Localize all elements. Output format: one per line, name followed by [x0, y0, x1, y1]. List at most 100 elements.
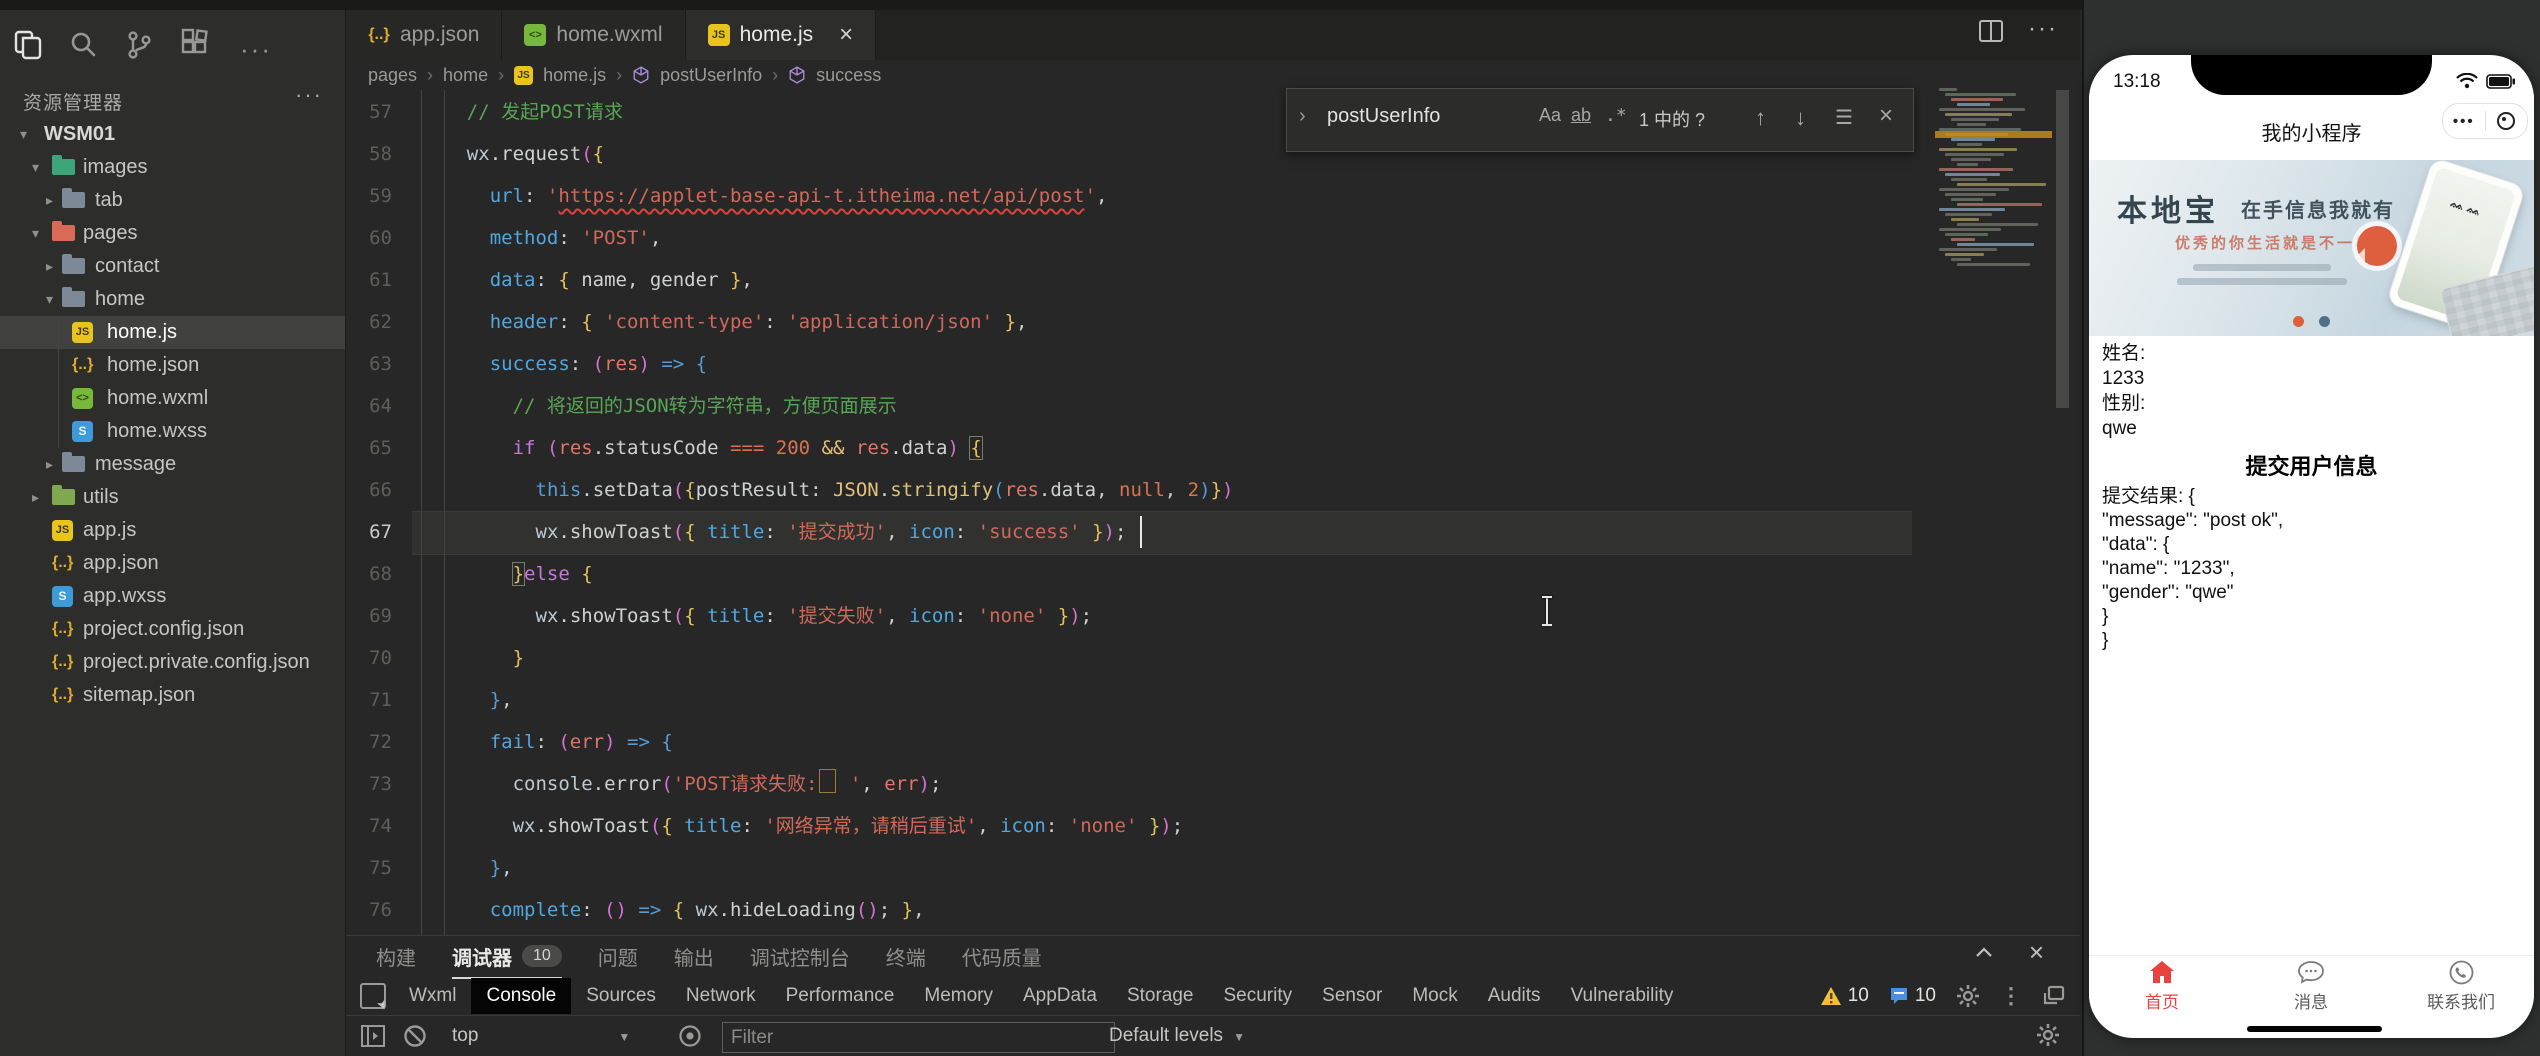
tree-item-images[interactable]: ▾ images	[0, 151, 345, 184]
undock-icon[interactable]	[2042, 984, 2066, 1008]
tree-item-tab[interactable]: ▸ tab	[0, 184, 345, 217]
chevron-down-icon[interactable]: ▾	[46, 283, 53, 316]
carousel-dot[interactable]	[2319, 316, 2330, 327]
devtools-tab-Mock[interactable]: Mock	[1397, 978, 1472, 1014]
panel-tab-构建[interactable]: 构建	[376, 942, 416, 971]
close-capsule-icon[interactable]	[2486, 112, 2528, 130]
breadcrumb-item-pages[interactable]: pages	[368, 65, 417, 86]
search-icon[interactable]	[66, 28, 102, 64]
devtools-tab-Storage[interactable]: Storage	[1112, 978, 1209, 1014]
console-clear-icon[interactable]	[402, 1023, 428, 1049]
devtools-tab-Console[interactable]: Console	[471, 978, 572, 1014]
tree-item-app.wxss[interactable]: Sapp.wxss	[0, 580, 345, 613]
tree-item-message[interactable]: ▸ message	[0, 448, 345, 481]
minimap[interactable]	[1937, 88, 2050, 266]
inspect-element-icon[interactable]	[360, 983, 386, 1009]
breadcrumb-item-home[interactable]: home	[443, 65, 488, 86]
tree-item-home.wxml[interactable]: <> home.wxml	[0, 382, 345, 415]
files-icon[interactable]	[10, 28, 46, 64]
console-levels-select[interactable]: Default levels ▼	[1109, 1025, 1245, 1047]
panel-tab-代码质量[interactable]: 代码质量	[962, 942, 1042, 971]
source-control-icon[interactable]	[122, 28, 158, 64]
tree-item-pages[interactable]: ▾ pages	[0, 217, 345, 250]
close-tab-icon[interactable]: ×	[839, 21, 853, 49]
find-in-selection-icon[interactable]: ☰	[1835, 105, 1853, 130]
find-next-icon[interactable]: ↓	[1795, 105, 1806, 131]
tree-item-app.js[interactable]: JS app.js	[0, 514, 345, 547]
tabbar-home[interactable]: 首页	[2102, 960, 2222, 1013]
tree-item-home[interactable]: ▾ home	[0, 283, 345, 316]
find-close-icon[interactable]: ×	[1879, 102, 1893, 130]
editor-scrollbar[interactable]	[2056, 90, 2069, 408]
console-settings-icon[interactable]	[2036, 1023, 2060, 1047]
tree-item-utils[interactable]: ▸ utils	[0, 481, 345, 514]
more-actions-icon[interactable]: ···	[240, 34, 276, 70]
split-editor-icon[interactable]	[1978, 18, 2004, 44]
chevron-down-icon[interactable]: ▾	[32, 217, 39, 250]
panel-tab-输出[interactable]: 输出	[674, 942, 714, 971]
find-input[interactable]: postUserInfo	[1327, 105, 1440, 128]
devtools-tab-Sensor[interactable]: Sensor	[1307, 978, 1397, 1014]
extensions-icon[interactable]	[178, 28, 214, 64]
banner-carousel[interactable]: 本地宝 在手信息我就有 优秀的你生活就是不一样 ᨐ ᨐ	[2089, 160, 2534, 336]
tree-item-WSM01[interactable]: ▾ WSM01	[0, 118, 345, 151]
editor-tab-home.js[interactable]: JS home.js ×	[685, 10, 877, 60]
editor-more-icon[interactable]: ···	[2028, 17, 2058, 44]
panel-close-icon[interactable]: ×	[2029, 939, 2044, 965]
chevron-right-icon[interactable]: ▸	[32, 481, 39, 514]
tree-item-home.js[interactable]: JS home.js	[0, 316, 345, 349]
tree-item-contact[interactable]: ▸ contact	[0, 250, 345, 283]
more-menu-icon[interactable]: •••	[2443, 113, 2485, 130]
panel-tab-调试器[interactable]: 调试器 10	[452, 942, 562, 979]
devtools-tab-Wxml[interactable]: Wxml	[394, 978, 471, 1014]
devtools-tab-AppData[interactable]: AppData	[1008, 978, 1112, 1014]
panel-tab-问题[interactable]: 问题	[598, 942, 638, 971]
code-area[interactable]: 57 58 59 60 61 62 63 64 65 66 67 68 69 70 71 72 73 74 75 76…	[346, 90, 2080, 935]
match-case-icon[interactable]: Aa	[1539, 105, 1561, 126]
devtools-settings-icon[interactable]	[1956, 984, 1980, 1008]
panel-collapse-icon[interactable]	[1973, 942, 1995, 964]
tree-item-sitemap.json[interactable]: {..} sitemap.json	[0, 679, 345, 712]
devtools-more-icon[interactable]: ⋮	[2000, 985, 2022, 1007]
tree-item-project.private.config.json[interactable]: {..} project.private.config.json	[0, 646, 345, 679]
editor-tab-app.json[interactable]: {..} app.json	[346, 10, 503, 60]
chevron-right-icon[interactable]: ▸	[46, 250, 53, 283]
chevron-right-icon[interactable]: ▸	[46, 184, 53, 217]
editor-tab-home.wxml[interactable]: <> home.wxml	[502, 10, 686, 60]
tree-item-home.json[interactable]: {..} home.json	[0, 349, 345, 382]
console-sidebar-toggle-icon[interactable]	[360, 1023, 386, 1049]
chevron-right-icon[interactable]: ▸	[46, 448, 53, 481]
submit-user-info-button[interactable]: 提交用户信息	[2089, 449, 2534, 481]
devtools-tab-Security[interactable]: Security	[1209, 978, 1308, 1014]
breadcrumb-item-success[interactable]: success	[816, 65, 881, 86]
devtools-tab-Performance[interactable]: Performance	[771, 978, 910, 1014]
devtools-tab-Audits[interactable]: Audits	[1473, 978, 1556, 1014]
devtools-tab-Memory[interactable]: Memory	[909, 978, 1008, 1014]
explorer-more-icon[interactable]: ···	[295, 82, 323, 108]
devtools-tab-Vulnerability[interactable]: Vulnerability	[1556, 978, 1689, 1014]
tree-item-app.json[interactable]: {..} app.json	[0, 547, 345, 580]
chevron-down-icon[interactable]: ▾	[20, 118, 27, 151]
breadcrumb-item-home.js[interactable]: home.js	[543, 65, 606, 86]
panel-tab-调试控制台[interactable]: 调试控制台	[750, 942, 850, 971]
regex-icon[interactable]: .*	[1605, 105, 1627, 126]
breadcrumb[interactable]: pages › home › JS home.js › postUserInfo › succes…	[368, 60, 881, 90]
panel-tab-终端[interactable]: 终端	[886, 942, 926, 971]
carousel-dot-active[interactable]	[2293, 316, 2304, 327]
breadcrumb-item-postUserInfo[interactable]: postUserInfo	[660, 65, 762, 86]
info-count[interactable]: 10	[1889, 985, 1936, 1007]
tabbar-message[interactable]: 消息	[2251, 960, 2371, 1013]
devtools-tab-Sources[interactable]: Sources	[571, 978, 671, 1014]
devtools-tab-Network[interactable]: Network	[671, 978, 771, 1014]
live-expression-eye-icon[interactable]	[676, 1023, 704, 1049]
whole-word-icon[interactable]: ab	[1571, 105, 1591, 126]
chevron-down-icon[interactable]: ▾	[32, 151, 39, 184]
find-prev-icon[interactable]: ↑	[1755, 105, 1766, 131]
warning-count[interactable]: 10	[1820, 985, 1869, 1007]
form-values[interactable]: 姓名: 1233 性别: qwe	[2102, 341, 2145, 441]
console-filter-input[interactable]	[722, 1022, 1115, 1053]
tree-item-home.wxss[interactable]: Shome.wxss	[0, 415, 345, 448]
find-expand-icon[interactable]: ›	[1299, 105, 1306, 128]
tabbar-contact[interactable]: 联系我们	[2401, 960, 2521, 1013]
tree-item-project.config.json[interactable]: {..} project.config.json	[0, 613, 345, 646]
